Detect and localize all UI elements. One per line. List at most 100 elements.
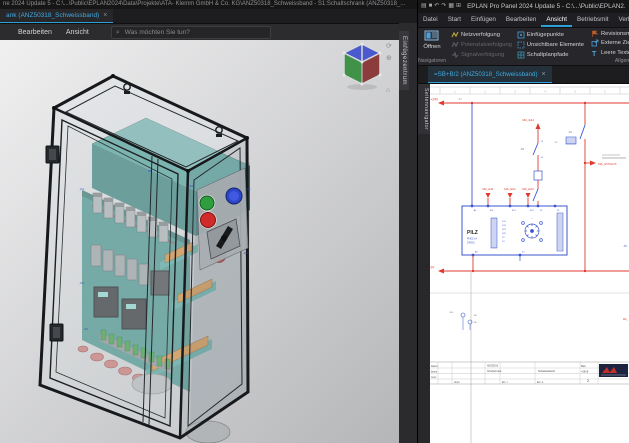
ribbon-tabbar: Datei Start Einfügen Bearbeiten Ansicht … xyxy=(418,13,629,28)
device-tag: -Q1 xyxy=(243,251,248,255)
search-box[interactable]: ⌕ xyxy=(111,26,271,39)
revision-marks-icon xyxy=(591,30,599,38)
tab-datei[interactable]: Datei xyxy=(418,13,443,27)
svg-text:Gepr.: Gepr. xyxy=(431,376,437,379)
schematic-drawing[interactable]: 1 2 3 4 5 6 +24V -X1 xyxy=(430,84,629,443)
tab-einfuegen[interactable]: Einfügen xyxy=(466,13,501,27)
close-icon[interactable]: × xyxy=(103,12,107,19)
cabinet-3d-model[interactable]: -S2 -S1 -Q1 -F1 -K1 -X1 96 xyxy=(40,74,251,443)
redo-icon[interactable]: ↷ xyxy=(441,0,446,13)
svg-text:Ers. f.: Ers. f. xyxy=(502,381,508,384)
insert-points-icon xyxy=(517,31,525,39)
svg-text:-X5: -X5 xyxy=(623,245,627,248)
left-document-tab-label: ank (ANZ50318_Schweissband) xyxy=(6,12,99,19)
search-icon: ⌕ xyxy=(116,27,120,38)
toggle-signalverfolgung[interactable]: Signalverfolgung xyxy=(451,50,512,59)
toggle-revisionsmarkierungen[interactable]: Revisionsmarkierungen xyxy=(591,30,629,38)
search-input[interactable] xyxy=(123,28,266,37)
close-icon[interactable]: × xyxy=(542,71,546,78)
svg-text:MA_E21: MA_E21 xyxy=(504,187,516,191)
svg-text:-S3: -S3 xyxy=(520,147,525,151)
tab-ansicht[interactable]: Ansicht xyxy=(541,13,572,27)
svg-text:MA_E22: MA_E22 xyxy=(522,187,534,191)
red-button xyxy=(201,213,216,228)
open-button[interactable]: Öffnen Navigatoren xyxy=(418,28,446,65)
toggle-netzverfolgung[interactable]: Netzverfolgung xyxy=(451,30,512,39)
quick-access-toolbar: ▤■↶↷▦⊞ xyxy=(421,0,461,13)
page-tab[interactable]: =SB+B/2 (ANZ50318_Schweissband) × xyxy=(428,66,552,83)
window-eplan-schematic: ▤■↶↷▦⊞ EPLAN Pro Panel 2024 Update 5 - C… xyxy=(417,0,629,443)
group-label-navigatoren: Navigatoren xyxy=(418,58,446,65)
right-window-titlebar: ▤■↶↷▦⊞ EPLAN Pro Panel 2024 Update 5 - C… xyxy=(418,0,629,13)
toggle-unsichtbare-elemente[interactable]: Unsichtbare Elemente xyxy=(517,40,584,49)
svg-text:+24V: +24V xyxy=(431,98,439,102)
svg-text:ANZ50318: ANZ50318 xyxy=(487,365,499,368)
tab-bearbeiten[interactable]: Bearbeiten xyxy=(501,13,541,27)
signal-tracking-icon xyxy=(451,51,459,59)
insert-center-tab[interactable]: Einfügezentrum xyxy=(399,31,409,90)
svg-text:-X1: -X1 xyxy=(458,98,462,101)
menu-item-ansicht[interactable]: Ansicht xyxy=(66,29,89,36)
svg-text:24VDC: 24VDC xyxy=(467,242,475,245)
left-window-titlebar: ne 2024 Update 5 - C:\...\Public\EPLAN20… xyxy=(0,0,417,9)
tracking-group: Netzverfolgung Potenzialverfolgung Signa… xyxy=(448,28,514,65)
save-icon[interactable]: ■ xyxy=(429,0,433,13)
company-logo xyxy=(599,364,628,377)
svg-text:BU: BU xyxy=(474,322,477,324)
svg-text:MA_: MA_ xyxy=(623,318,629,321)
home-icon[interactable]: ⌂ xyxy=(386,87,390,94)
svg-text:Schweissband: Schweissband xyxy=(538,369,555,373)
svg-text:T: T xyxy=(592,51,597,57)
right-window-title: EPLAN Pro Panel 2024 Update 5 - C:\...\P… xyxy=(467,3,626,10)
orbit-icon[interactable]: ⟳ xyxy=(386,43,392,50)
device-tag: -X1 xyxy=(83,327,88,331)
visibility-group: Einfügepunkte Unsichtbare Elemente Schal… xyxy=(514,28,586,65)
svg-text:MA_E11: MA_E11 xyxy=(482,187,494,191)
open-navigator-icon xyxy=(424,30,439,43)
viewport-3d[interactable]: -S2 -S1 -Q1 -F1 -K1 -X1 96 xyxy=(0,40,399,443)
net-tracking-icon xyxy=(451,31,459,39)
relay-brand: PILZ xyxy=(467,230,478,236)
svg-text:Datum: Datum xyxy=(431,365,438,368)
svg-text:Bearb.: Bearb. xyxy=(431,371,438,374)
left-document-tab[interactable]: ank (ANZ50318_Schweissband) × xyxy=(0,9,113,23)
ribbon: Öffnen Navigatoren Netzverfolgung Potenz… xyxy=(418,28,629,66)
side-dock-strip: Seitennavigator xyxy=(418,84,430,443)
open-button-label: Öffnen xyxy=(423,44,440,50)
pan-icon[interactable]: ⊕ xyxy=(386,55,392,62)
svg-text:-S1: -S1 xyxy=(568,130,573,134)
invisible-elements-icon xyxy=(517,41,525,49)
device-tag: -S1 xyxy=(246,187,251,191)
svg-text:Ers. d.: Ers. d. xyxy=(537,381,544,384)
toggle-leere-texte[interactable]: T Leere Texte xyxy=(591,49,629,57)
print-icon[interactable]: ▦ xyxy=(448,0,454,13)
svg-text:Blatt: Blatt xyxy=(581,365,586,368)
undo-icon[interactable]: ↶ xyxy=(434,0,439,13)
toggle-schaltplanpfade[interactable]: Schaltplanpfade xyxy=(517,50,584,59)
potential-tracking-icon xyxy=(451,41,459,49)
toggle-externe-ziele[interactable]: Externe Ziele xyxy=(591,39,629,47)
page-tab-label: =SB+B/2 (ANZ50318_Schweissband) xyxy=(434,71,538,78)
add-icon[interactable]: ⊞ xyxy=(456,0,461,13)
group-label-allgemein: Allgemein xyxy=(591,58,629,65)
menu-icon[interactable]: ▤ xyxy=(421,0,427,13)
tab-verbindung[interactable]: Verbindung xyxy=(614,13,629,27)
menu-item-bearbeiten[interactable]: Bearbeiten xyxy=(18,29,52,36)
svg-text:Schaltschrank: Schaltschrank xyxy=(487,370,502,373)
tab-betriebsmittel[interactable]: Betriebsmit xyxy=(572,13,614,27)
window-propanel-3d: ne 2024 Update 5 - C:\...\Public\EPLAN20… xyxy=(0,0,417,443)
empty-texts-icon: T xyxy=(591,49,599,57)
pages-navigator-tab[interactable]: Seitennavigator xyxy=(418,84,430,134)
svg-text:=SB+B: =SB+B xyxy=(581,372,589,374)
svg-text:Urspr.: Urspr. xyxy=(454,381,460,384)
insert-center-strip: Einfügezentrum xyxy=(399,23,417,443)
tab-start[interactable]: Start xyxy=(443,13,466,27)
device-tag: -S2 xyxy=(188,184,193,188)
left-document-tabrow: ank (ANZ50318_Schweissband) × xyxy=(0,9,417,24)
page-tabrow: =SB+B/2 (ANZ50318_Schweissband) × xyxy=(418,66,629,84)
schematic-canvas[interactable]: 1 2 3 4 5 6 +24V -X1 xyxy=(430,84,629,443)
screen: ne 2024 Update 5 - C:\...\Public\EPLAN20… xyxy=(0,0,629,443)
svg-text:2: 2 xyxy=(587,379,589,383)
toggle-einfuegepunkte[interactable]: Einfügepunkte xyxy=(517,30,584,39)
toggle-potenzialverfolgung[interactable]: Potenzialverfolgung xyxy=(451,40,512,49)
